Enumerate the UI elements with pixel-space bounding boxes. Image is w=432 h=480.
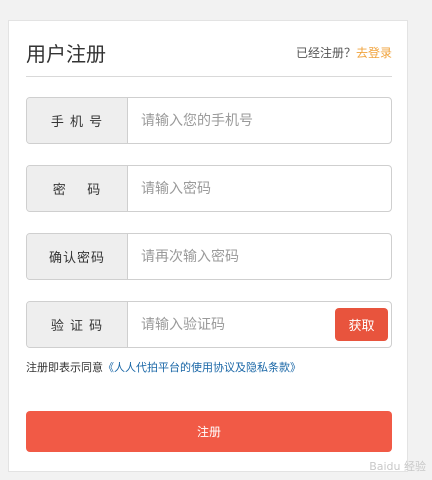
page-title: 用户注册: [26, 42, 106, 66]
password-field-row: 密 码: [26, 165, 392, 212]
register-button[interactable]: 注册: [26, 411, 392, 452]
verification-code-field-row: 验 证 码 获取: [26, 301, 392, 348]
register-card: 用户注册 已经注册？去登录 手 机 号 密 码 确认密码 验 证 码 获取 注册…: [8, 20, 408, 472]
confirm-password-label: 确认密码: [27, 234, 128, 279]
phone-label: 手 机 号: [27, 98, 128, 143]
password-input[interactable]: [128, 166, 391, 211]
agreement-text: 注册即表示同意《人人代拍平台的使用协议及隐私条款》: [26, 359, 301, 375]
register-header: 用户注册 已经注册？去登录: [26, 38, 392, 77]
password-label: 密 码: [27, 166, 128, 211]
confirm-password-input[interactable]: [128, 234, 391, 279]
already-registered-text: 已经注册？: [295, 46, 356, 60]
verification-code-input[interactable]: [128, 302, 325, 347]
verification-code-label: 验 证 码: [27, 302, 128, 347]
watermark-logo: Baidu 经验: [369, 460, 426, 473]
agreement-prefix: 注册即表示同意: [26, 361, 103, 374]
login-hint: 已经注册？去登录: [296, 44, 392, 61]
get-code-button[interactable]: 获取: [335, 308, 388, 341]
phone-field-row: 手 机 号: [26, 97, 392, 144]
login-link[interactable]: 去登录: [356, 46, 392, 60]
confirm-password-field-row: 确认密码: [26, 233, 392, 280]
phone-input[interactable]: [128, 98, 391, 143]
agreement-link[interactable]: 《人人代拍平台的使用协议及隐私条款》: [103, 361, 301, 374]
